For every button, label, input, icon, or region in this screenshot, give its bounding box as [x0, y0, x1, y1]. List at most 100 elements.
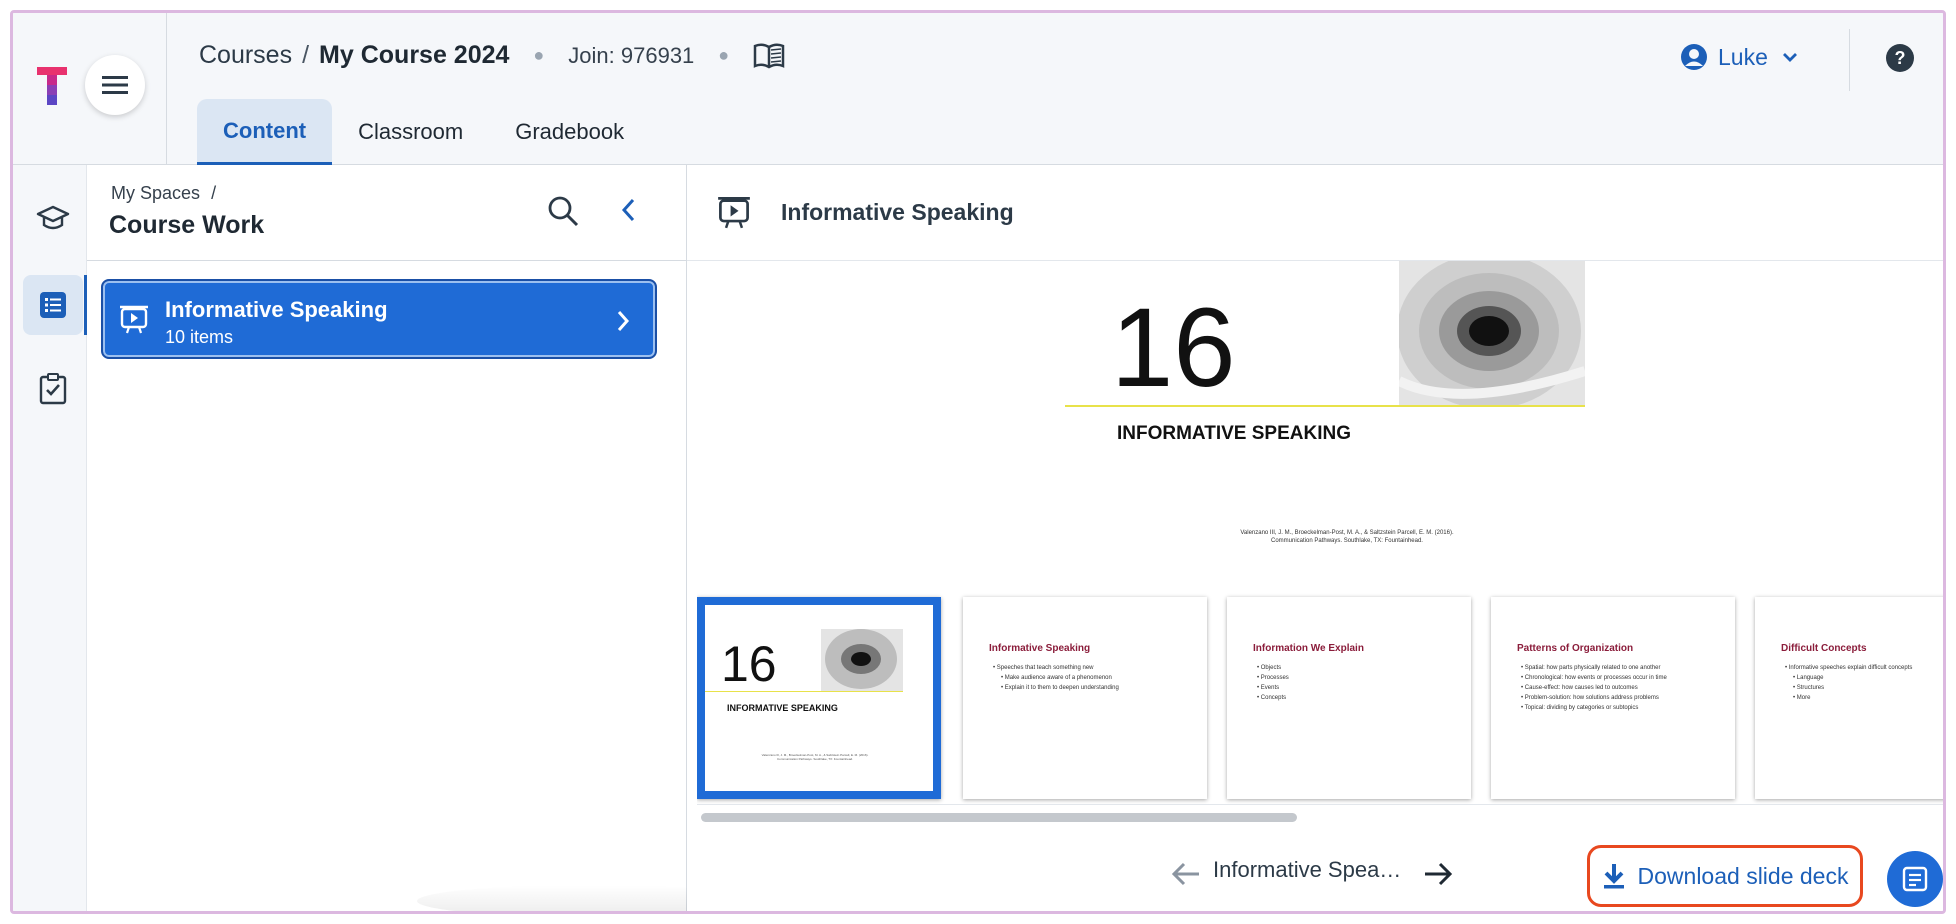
slide-thumbnail-4[interactable]: Patterns of Organization • Spatial: how …	[1491, 597, 1735, 799]
left-rail	[13, 165, 87, 911]
thumbnail-rule	[705, 691, 903, 692]
next-item-button[interactable]	[1423, 861, 1453, 892]
collapse-panel-button[interactable]	[619, 197, 637, 228]
notes-icon	[1902, 866, 1928, 892]
thumbnail-scrollbar[interactable]	[701, 811, 1941, 823]
thumbnail-heading: Difficult Concepts	[1781, 643, 1867, 654]
slide-rule-line	[1065, 405, 1585, 407]
slide-thumbnail-3[interactable]: Information We Explain • Objects • Proce…	[1227, 597, 1471, 799]
citation-line: Communication Pathways. Southlake, TX: F…	[777, 757, 853, 761]
course-breadcrumb: Courses / My Course 2024 ● Join: 976931 …	[199, 41, 785, 70]
bullet: • Chronological: how events or processes…	[1521, 675, 1667, 681]
separator-dot: ●	[718, 45, 730, 65]
slide-chapter-number: 16	[1111, 285, 1236, 410]
bullet: • Cause-effect: how causes led to outcom…	[1521, 685, 1638, 691]
download-slide-deck-button[interactable]: Download slide deck	[1587, 845, 1863, 907]
bullet: • Make audience aware of a phenomenon	[1001, 675, 1112, 681]
bullet: • Objects	[1257, 665, 1282, 671]
help-icon[interactable]: ?	[1885, 43, 1915, 78]
course-tabs: Content Classroom Gradebook	[197, 99, 650, 165]
user-name: Luke	[1718, 43, 1768, 70]
separator-dot: ●	[533, 45, 545, 65]
notes-button[interactable]	[1887, 851, 1943, 907]
tab-content[interactable]: Content	[197, 99, 333, 165]
slide-thumbnail-1[interactable]: 16 INFORMATIVE SPEAKING Valenzano III, J…	[697, 597, 941, 799]
clipboard-check-icon	[39, 373, 67, 405]
slide-citation: Valenzano III, J. M., Broeckelman-Post, …	[1197, 529, 1497, 545]
content-area: Informative Speaking 16 INFORMATIVE SPEA…	[687, 165, 1943, 911]
bullet: • Problem-solution: how solutions addres…	[1521, 695, 1659, 701]
thumbnail-title: INFORMATIVE SPEAKING	[727, 703, 838, 713]
breadcrumb-course-name: My Course 2024	[319, 41, 510, 69]
brand-logo	[37, 67, 67, 105]
search-button[interactable]	[547, 195, 579, 232]
chevron-down-icon	[1782, 53, 1797, 62]
bullet: • Structures	[1793, 685, 1825, 691]
citation-line: Valenzano III, J. M., Broeckelman-Post, …	[1240, 530, 1454, 536]
chevron-left-icon	[621, 198, 635, 222]
rail-item-assignments[interactable]	[23, 359, 83, 419]
slide-thumbnail-2[interactable]: Informative Speaking • Speeches that tea…	[963, 597, 1207, 799]
user-menu[interactable]: Luke	[1680, 43, 1798, 71]
tab-classroom[interactable]: Classroom	[332, 99, 489, 165]
course-work-panel: My Spaces / Course Work Informative Spea…	[87, 165, 761, 911]
slide-thumbnail-5[interactable]: Difficult Concepts • Informative speeche…	[1755, 597, 1943, 799]
thumbnail-bullets: • Spatial: how parts physically related …	[1521, 663, 1667, 713]
bullet: • Speeches that teach something new	[993, 665, 1094, 671]
download-label: Download slide deck	[1637, 862, 1849, 889]
breadcrumb-separator: /	[302, 41, 310, 69]
thumbnail-bullets: • Speeches that teach something new • Ma…	[993, 663, 1119, 693]
main-menu-button[interactable]	[85, 55, 145, 115]
hamburger-icon	[102, 76, 128, 94]
scrollbar-thumb[interactable]	[701, 813, 1297, 822]
bullet: • Explain it to them to deepen understan…	[1001, 685, 1119, 691]
breadcrumb-courses-link[interactable]: Courses	[199, 41, 292, 70]
thumbnail-number: 16	[721, 636, 777, 692]
user-avatar-icon	[1681, 44, 1707, 70]
header-divider	[1849, 29, 1850, 91]
arrow-right-icon	[1425, 862, 1453, 886]
bullet: • Topical: dividing by categories or sub…	[1521, 705, 1639, 711]
panel-breadcrumb: My Spaces /	[111, 183, 216, 204]
spiral-staircase-image	[1399, 261, 1585, 407]
thumbnail-citation: Valenzano III, J. M., Broeckelman-Post, …	[755, 753, 875, 761]
svg-text:?: ?	[1895, 48, 1906, 68]
content-title: Informative Speaking	[781, 199, 1014, 225]
slide-title: INFORMATIVE SPEAKING	[1117, 423, 1351, 444]
content-header: Informative Speaking	[687, 165, 1943, 261]
thumbnail-heading: Informative Speaking	[989, 643, 1091, 654]
app-window: Courses / My Course 2024 ● Join: 976931 …	[10, 10, 1946, 914]
slideshow-icon	[120, 305, 148, 334]
chevron-right-icon	[617, 311, 630, 331]
download-icon	[1602, 862, 1626, 890]
tab-gradebook[interactable]: Gradebook	[489, 99, 650, 165]
logo-column	[13, 13, 167, 165]
panel-header: My Spaces / Course Work	[87, 165, 687, 261]
bullet: • Spatial: how parts physically related …	[1521, 665, 1661, 671]
list-icon	[40, 292, 66, 318]
bullet: • Language	[1793, 675, 1824, 681]
rail-item-courses[interactable]	[23, 189, 83, 249]
rail-item-content-list[interactable]	[23, 275, 83, 335]
top-header: Courses / My Course 2024 ● Join: 976931 …	[13, 13, 1943, 165]
arrow-left-icon	[1171, 862, 1199, 886]
book-open-icon[interactable]	[753, 42, 785, 69]
thumbnail-bullets: • Objects • Processes • Events • Concept…	[1257, 663, 1289, 703]
citation-line: Communication Pathways. Southlake, TX: F…	[1271, 538, 1423, 544]
thumbnail-image	[821, 629, 903, 691]
folder-item-count: 10 items	[165, 327, 234, 347]
thumbnail-bullets: • Informative speeches explain difficult…	[1785, 663, 1912, 703]
bullet: • Processes	[1257, 675, 1289, 681]
bullet: • Events	[1257, 685, 1280, 691]
folder-title: Informative Speaking	[165, 297, 388, 322]
bullet: • More	[1793, 695, 1811, 701]
breadcrumb-my-spaces-link[interactable]: My Spaces	[111, 183, 200, 203]
thumbnail-heading: Information We Explain	[1253, 643, 1364, 654]
join-code: Join: 976931	[568, 42, 695, 68]
graduation-cap-icon	[36, 205, 70, 230]
previous-item-button[interactable]	[1171, 861, 1201, 892]
bullet: • Informative speeches explain difficult…	[1785, 665, 1913, 671]
breadcrumb-separator: /	[211, 183, 217, 203]
thumbnail-heading: Patterns of Organization	[1517, 643, 1634, 654]
folder-informative-speaking[interactable]: Informative Speaking 10 items	[101, 279, 657, 359]
